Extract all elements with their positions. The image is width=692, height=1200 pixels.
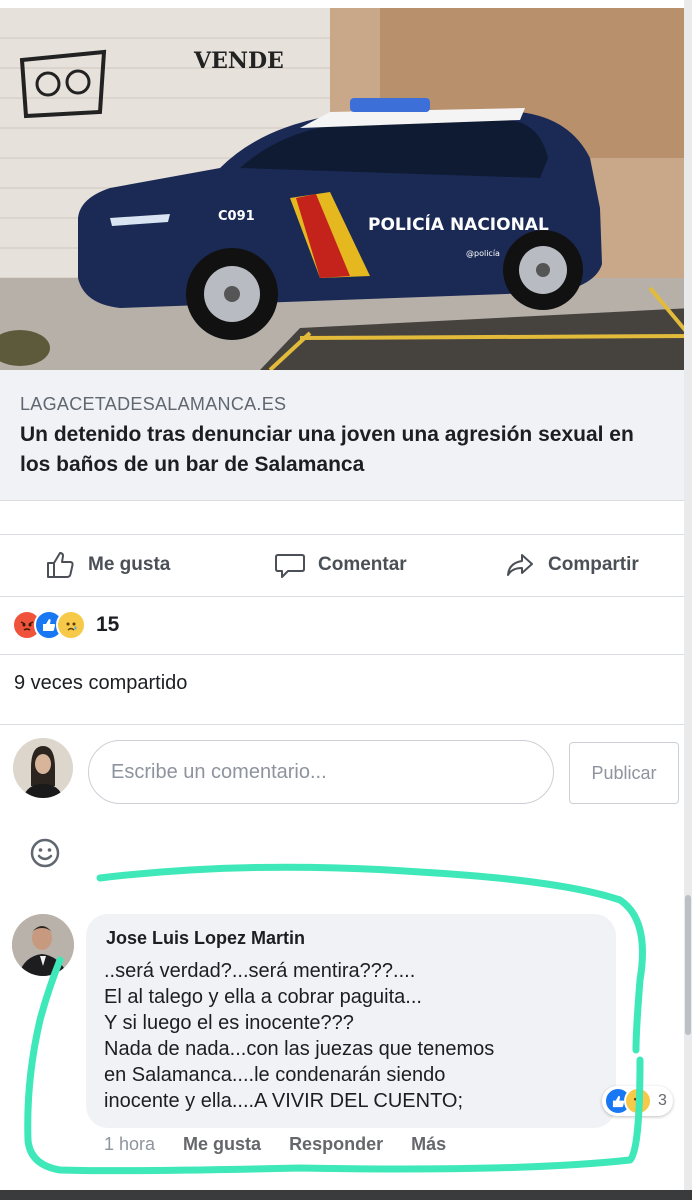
comment-reactions[interactable]: 3: [602, 1086, 673, 1116]
publish-button[interactable]: Publicar: [569, 742, 679, 804]
comment-like-link[interactable]: Me gusta: [183, 1134, 261, 1155]
reactions-summary[interactable]: 15: [12, 610, 119, 640]
comment-more-link[interactable]: Más: [411, 1134, 446, 1155]
comment-line: inocente y ella....A VIVIR DEL CUENTO;: [104, 1090, 464, 1112]
shares-count[interactable]: 9 veces compartido: [14, 672, 187, 695]
divider: [0, 724, 692, 725]
like-button[interactable]: Me gusta: [44, 546, 170, 584]
reactions-count: 15: [96, 613, 120, 636]
comment-line: en Salamanca....le condenarán siendo: [104, 1064, 446, 1086]
link-domain: LAGACETADESALAMANCA.ES: [20, 394, 287, 414]
comment-line: El al talego y ella a cobrar paguita...: [104, 986, 422, 1008]
emoji-picker-button[interactable]: [28, 836, 62, 870]
divider: [0, 534, 692, 535]
scrollbar-thumb[interactable]: [685, 895, 691, 1035]
comment-actions: 1 hora Me gusta Responder Más: [104, 1134, 446, 1155]
share-arrow-icon: [507, 554, 533, 576]
comment-timestamp[interactable]: 1 hora: [104, 1134, 155, 1155]
sad-reaction-icon: [56, 610, 86, 640]
bottom-edge: [0, 1190, 692, 1200]
comment-line: Nada de nada...con las juezas que tenemo…: [104, 1038, 495, 1060]
avatar[interactable]: [13, 738, 73, 798]
smiley-icon: [30, 838, 60, 868]
share-button[interactable]: Compartir: [504, 546, 639, 584]
police-car-photo: VENDE POLICÍA NACIONAL C091 9DS @policía: [0, 8, 692, 370]
link-headline[interactable]: Un detenido tras denunciar una joven una…: [20, 420, 660, 480]
like-label: Me gusta: [88, 554, 171, 575]
divider: [0, 654, 692, 655]
comment-reply-link[interactable]: Responder: [289, 1134, 383, 1155]
door-small-text: @policía: [466, 249, 500, 258]
comment-line: ..será verdad?...será mentira???....: [104, 960, 416, 982]
commenter-name[interactable]: Jose Luis Lopez Martin: [106, 928, 305, 949]
user-photo-icon: [13, 738, 73, 798]
comment-line: Y si luego el es inocente???: [104, 1012, 354, 1034]
commenter-photo-icon: [12, 914, 74, 976]
roof-code-text: 9DS: [534, 122, 554, 133]
wow-reaction-icon: [624, 1087, 652, 1115]
share-label: Compartir: [548, 554, 639, 575]
comment-button[interactable]: Comentar: [274, 546, 407, 584]
comment-label: Comentar: [318, 554, 407, 575]
divider: [0, 596, 692, 597]
article-image[interactable]: VENDE POLICÍA NACIONAL C091 9DS @policía: [0, 8, 692, 370]
comment-input[interactable]: [88, 740, 554, 804]
comment-bubble-icon: [275, 554, 305, 578]
comment-reactions-count: 3: [658, 1092, 667, 1109]
commenter-avatar[interactable]: [12, 914, 74, 976]
comment-text: ..será verdad?...será mentira???.... El …: [104, 958, 604, 1114]
graffiti-text: VENDE: [193, 48, 284, 74]
car-number-text: C091: [218, 209, 255, 224]
car-livery-text: POLICÍA NACIONAL: [368, 213, 549, 235]
thumbs-up-icon: [47, 552, 74, 578]
